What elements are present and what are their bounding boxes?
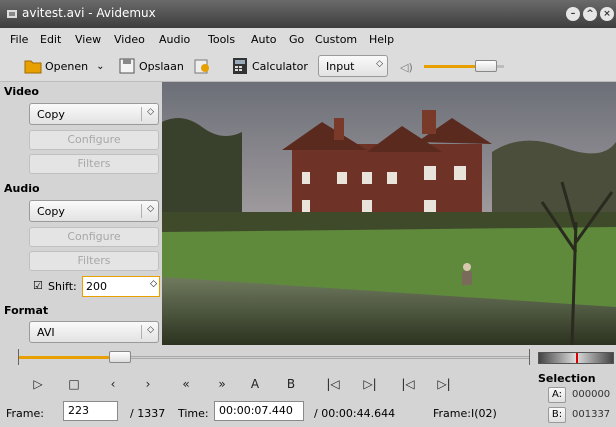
menu-tools[interactable]: Tools <box>208 33 235 46</box>
menu-auto[interactable]: Auto <box>251 33 277 46</box>
timeline-handle[interactable] <box>109 351 132 363</box>
next-keyframe-icon[interactable]: ▷| <box>362 376 378 392</box>
fast-forward-icon[interactable]: » <box>214 376 230 392</box>
shift-label: Shift: <box>48 280 77 293</box>
toolbar: Openen ⌄ Opslaan Calculator Input ◇ ◁) <box>0 50 616 82</box>
video-configure-button[interactable]: Configure <box>29 130 159 150</box>
save-label: Opslaan <box>139 59 184 73</box>
menu-file[interactable]: File <box>10 33 28 46</box>
goto-end-icon[interactable]: ▷| <box>436 376 452 392</box>
updown-icon: ◇ <box>147 107 154 117</box>
next-frame-icon[interactable]: › <box>140 376 156 392</box>
audio-filters-button[interactable]: Filters <box>29 251 159 271</box>
menu-video[interactable]: Video <box>114 33 145 46</box>
format-section-label: Format <box>4 304 49 317</box>
time-input[interactable]: 00:00:07.440 <box>214 401 304 421</box>
calculator-icon <box>233 58 247 74</box>
video-filters-button[interactable]: Filters <box>29 154 159 174</box>
audio-codec-value: Copy <box>37 205 65 218</box>
set-marker-a-icon[interactable]: A <box>247 376 263 392</box>
frame-type: Frame:I(02) <box>433 407 497 420</box>
time-label: Time: <box>178 407 209 420</box>
speaker-icon: ◁) <box>400 61 413 74</box>
jog-shuttle[interactable] <box>538 352 614 364</box>
timeline-slider[interactable] <box>18 350 530 364</box>
menu-edit[interactable]: Edit <box>40 33 61 46</box>
video-codec-value: Copy <box>37 108 65 121</box>
save-button[interactable]: Opslaan <box>118 55 184 77</box>
frame-input[interactable]: 223 <box>63 401 118 421</box>
prev-keyframe-icon[interactable]: |◁ <box>325 376 341 392</box>
properties-button[interactable] <box>193 55 214 77</box>
left-panel: Video Copy ◇ Configure Filters Audio Cop… <box>0 82 162 345</box>
format-value: AVI <box>37 326 55 339</box>
total-time: / 00:00:44.644 <box>314 407 396 420</box>
video-codec-select[interactable]: Copy ◇ <box>29 103 159 125</box>
close-icon[interactable]: × <box>600 7 614 21</box>
status-bar: Frame: 223 / 1337 Time: 00:00:07.440 / 0… <box>0 398 616 427</box>
frame-label: Frame: <box>6 407 44 420</box>
menu-go[interactable]: Go <box>289 33 304 46</box>
menu-view[interactable]: View <box>75 33 101 46</box>
audio-codec-select[interactable]: Copy ◇ <box>29 200 159 222</box>
updown-icon: ◇ <box>376 59 383 69</box>
open-label: Openen <box>45 59 89 73</box>
stop-icon[interactable]: □ <box>66 376 82 392</box>
shift-checkbox[interactable]: ☑ <box>33 279 43 292</box>
window-title: avitest.avi - Avidemux <box>22 6 156 20</box>
set-marker-b-icon[interactable]: B <box>283 376 299 392</box>
rewind-icon[interactable]: « <box>178 376 194 392</box>
menu-bar: File Edit View Video Audio Tools Auto Go… <box>0 28 616 50</box>
audio-section-label: Audio <box>4 182 40 195</box>
selection-label: Selection <box>538 372 596 385</box>
calculator-label: Calculator <box>252 59 308 73</box>
menu-help[interactable]: Help <box>369 33 394 46</box>
calculator-button[interactable]: Calculator <box>231 55 308 77</box>
audio-configure-button[interactable]: Configure <box>29 227 159 247</box>
minimize-icon[interactable]: – <box>566 7 580 21</box>
menu-custom[interactable]: Custom <box>315 33 357 46</box>
title-bar: avitest.avi - Avidemux – ^ × <box>0 0 616 28</box>
video-preview <box>162 82 616 345</box>
spin-updown-icon[interactable]: ◇ <box>150 279 157 289</box>
format-select[interactable]: AVI ◇ <box>29 321 159 343</box>
total-frames: / 1337 <box>130 407 166 420</box>
video-frame-image <box>162 82 616 345</box>
folder-icon <box>24 60 42 74</box>
goto-start-icon[interactable]: |◁ <box>400 376 416 392</box>
video-section-label: Video <box>4 85 39 98</box>
updown-icon: ◇ <box>147 204 154 214</box>
input-select-value: Input <box>326 60 355 73</box>
play-icon[interactable]: ▷ <box>30 376 46 392</box>
app-icon <box>7 10 17 18</box>
volume-slider[interactable] <box>424 60 504 72</box>
maximize-icon[interactable]: ^ <box>583 7 597 21</box>
prev-frame-icon[interactable]: ‹ <box>105 376 121 392</box>
shift-value: 200 <box>86 280 107 293</box>
timeline-end-tick <box>529 349 530 365</box>
timeline-start-tick <box>18 349 19 365</box>
updown-icon: ◇ <box>147 325 154 335</box>
open-button[interactable]: Openen ⌄ <box>24 55 105 77</box>
menu-audio[interactable]: Audio <box>159 33 190 46</box>
save-icon <box>119 58 135 74</box>
input-select[interactable]: Input ◇ <box>318 55 388 77</box>
shift-spinbox[interactable]: 200 ◇ <box>82 276 160 297</box>
properties-icon <box>194 59 209 74</box>
chevron-down-icon[interactable]: ⌄ <box>96 61 104 72</box>
